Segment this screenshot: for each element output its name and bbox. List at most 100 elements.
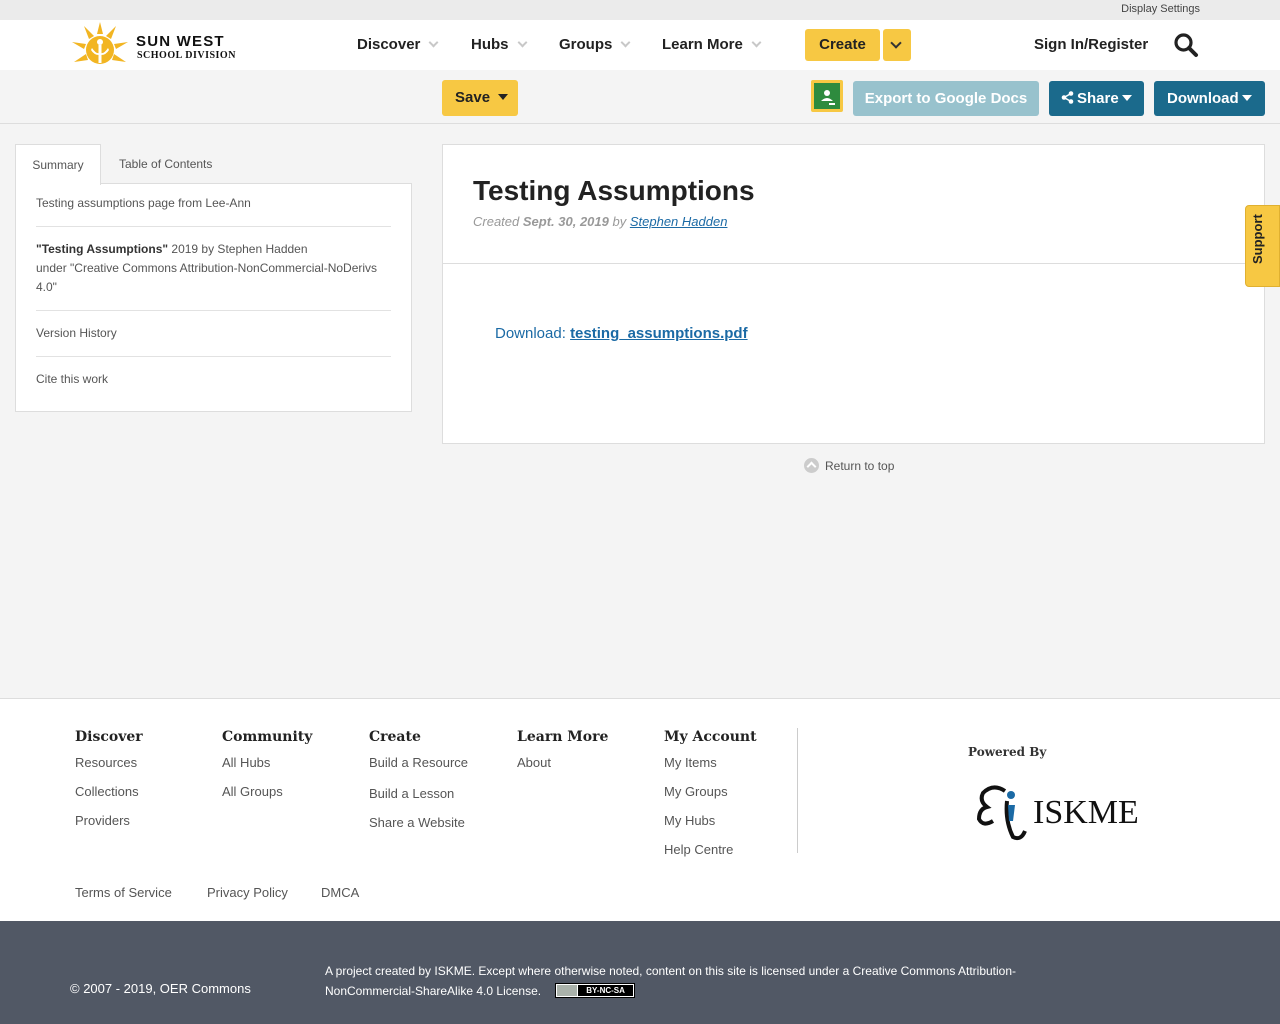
share-icon <box>1061 91 1074 104</box>
resource-toolbar: Save Export to Google Docs Share Downloa… <box>0 70 1280 124</box>
sign-in-register-link[interactable]: Sign In/Register <box>1034 36 1148 53</box>
footer-link-collections[interactable]: Collections <box>75 784 143 813</box>
caret-down-icon <box>1121 95 1132 101</box>
share-button[interactable]: Share <box>1049 81 1144 116</box>
create-dropdown-button[interactable] <box>883 29 911 61</box>
footer-col-community: Community All Hubs All Groups <box>222 729 312 813</box>
chevron-down-icon <box>620 37 631 48</box>
person-icon <box>821 90 835 105</box>
version-history-link[interactable]: Version History <box>36 324 391 343</box>
chevron-down-icon <box>428 37 439 48</box>
created-date: Sept. 30, 2019 <box>522 214 609 229</box>
iskme-logo[interactable]: ISKME <box>975 781 1155 843</box>
support-tab[interactable]: Support <box>1245 205 1280 287</box>
main-nav: SUN WEST SCHOOL DIVISION Discover Hubs G… <box>0 20 1280 70</box>
footer-heading: My Account <box>664 729 757 745</box>
footer-col-discover: Discover Resources Collections Providers <box>75 729 143 842</box>
copyright: © 2007 - 2019, OER Commons <box>70 981 251 996</box>
nav-learn-more[interactable]: Learn More <box>662 36 762 53</box>
sidebar-tabs: Summary Table of Contents <box>15 144 412 185</box>
share-label: Share <box>1077 90 1119 107</box>
brand-line1: SUN WEST <box>136 33 225 50</box>
footer-link-providers[interactable]: Providers <box>75 813 143 842</box>
iskme-logo-text: ISKME <box>1033 794 1139 831</box>
brand-line2: SCHOOL DIVISION <box>137 50 236 61</box>
summary-text: Testing assumptions page from Lee-Ann <box>36 196 251 210</box>
google-classroom-icon[interactable] <box>811 80 843 112</box>
footer-link-resources[interactable]: Resources <box>75 755 143 784</box>
create-button[interactable]: Create <box>805 29 880 61</box>
resource-card: Testing Assumptions Created Sept. 30, 20… <box>442 144 1265 444</box>
nav-discover-label: Discover <box>357 36 421 53</box>
caret-down-icon <box>498 94 509 100</box>
return-to-top-link[interactable]: Return to top <box>804 458 894 473</box>
footer-link-my-hubs[interactable]: My Hubs <box>664 813 757 842</box>
utility-bar: Display Settings <box>0 0 1280 20</box>
cc-icon <box>557 985 578 996</box>
cite-this-work-link[interactable]: Cite this work <box>36 370 391 389</box>
footer: Discover Resources Collections Providers… <box>0 698 1280 921</box>
download-label: Download <box>1167 90 1239 107</box>
site-logo[interactable]: SUN WEST SCHOOL DIVISION <box>70 20 240 70</box>
download-prefix: Download: <box>495 325 566 342</box>
attribution-author: 2019 by Stephen Hadden <box>168 242 308 256</box>
bottom-bar: © 2007 - 2019, OER Commons A project cre… <box>0 921 1280 1024</box>
nav-groups[interactable]: Groups <box>559 36 631 53</box>
footer-link-build-resource[interactable]: Build a Resource <box>369 755 468 784</box>
arrow-up-icon <box>804 458 819 473</box>
divider <box>443 263 1264 264</box>
sun-logo-icon <box>72 22 128 64</box>
footer-col-create: Create Build a Resource Build a Lesson S… <box>369 729 468 844</box>
footer-link-build-lesson[interactable]: Build a Lesson <box>369 786 468 815</box>
download-button[interactable]: Download <box>1154 81 1265 116</box>
privacy-policy-link[interactable]: Privacy Policy <box>207 885 288 900</box>
footer-col-my-account: My Account My Items My Groups My Hubs He… <box>664 729 757 871</box>
attribution-title: "Testing Assumptions" <box>36 242 169 256</box>
footer-heading: Community <box>222 729 313 745</box>
download-line: Download: testing_assumptions.pdf <box>495 325 748 342</box>
footer-heading: Discover <box>75 729 143 745</box>
footer-link-help-centre[interactable]: Help Centre <box>664 842 757 871</box>
footer-link-my-items[interactable]: My Items <box>664 755 757 784</box>
cc-license-badge[interactable]: BY-NC-SA <box>555 983 636 998</box>
footer-link-my-groups[interactable]: My Groups <box>664 784 757 813</box>
chevron-down-icon <box>751 37 762 48</box>
tab-table-of-contents[interactable]: Table of Contents <box>119 144 212 184</box>
nav-hubs[interactable]: Hubs <box>471 36 527 53</box>
cc-badge-label: BY-NC-SA <box>578 985 634 996</box>
license-notice: A project created by ISKME. Except where… <box>325 961 1065 1001</box>
summary-panel: Testing assumptions page from Lee-Ann "T… <box>15 183 412 412</box>
resource-meta: Created Sept. 30, 2019 by Stephen Hadden <box>473 214 727 229</box>
export-google-docs-button[interactable]: Export to Google Docs <box>853 81 1039 116</box>
tab-summary[interactable]: Summary <box>15 144 101 185</box>
download-file-link[interactable]: testing_assumptions.pdf <box>570 325 748 342</box>
footer-link-share-website[interactable]: Share a Website <box>369 815 468 844</box>
footer-link-all-hubs[interactable]: All Hubs <box>222 755 312 784</box>
divider <box>36 356 391 357</box>
footer-col-learn-more: Learn More About <box>517 729 608 784</box>
nav-groups-label: Groups <box>559 36 613 53</box>
attribution-license: under "Creative Commons Attribution-NonC… <box>36 261 378 294</box>
nav-learn-more-label: Learn More <box>662 36 743 53</box>
support-label: Support <box>1250 214 1265 264</box>
save-label: Save <box>455 89 491 106</box>
save-button[interactable]: Save <box>442 80 518 116</box>
divider <box>36 226 391 227</box>
search-icon[interactable] <box>1173 32 1199 58</box>
nav-discover[interactable]: Discover <box>357 36 439 53</box>
created-prefix: Created <box>473 214 520 229</box>
footer-heading: Create <box>369 729 421 745</box>
caret-down-icon <box>1241 95 1252 101</box>
footer-link-about[interactable]: About <box>517 755 608 784</box>
chevron-down-icon <box>890 37 902 49</box>
footer-divider <box>797 728 798 853</box>
terms-of-service-link[interactable]: Terms of Service <box>75 885 172 900</box>
classroom-board <box>814 83 840 109</box>
attribution-block: "Testing Assumptions" 2019 by Stephen Ha… <box>36 240 391 297</box>
license-text: A project created by ISKME. Except where… <box>325 964 1017 998</box>
footer-link-all-groups[interactable]: All Groups <box>222 784 312 813</box>
dmca-link[interactable]: DMCA <box>321 885 359 900</box>
display-settings-link[interactable]: Display Settings <box>1121 3 1200 15</box>
author-link[interactable]: Stephen Hadden <box>630 214 728 229</box>
divider <box>36 310 391 311</box>
